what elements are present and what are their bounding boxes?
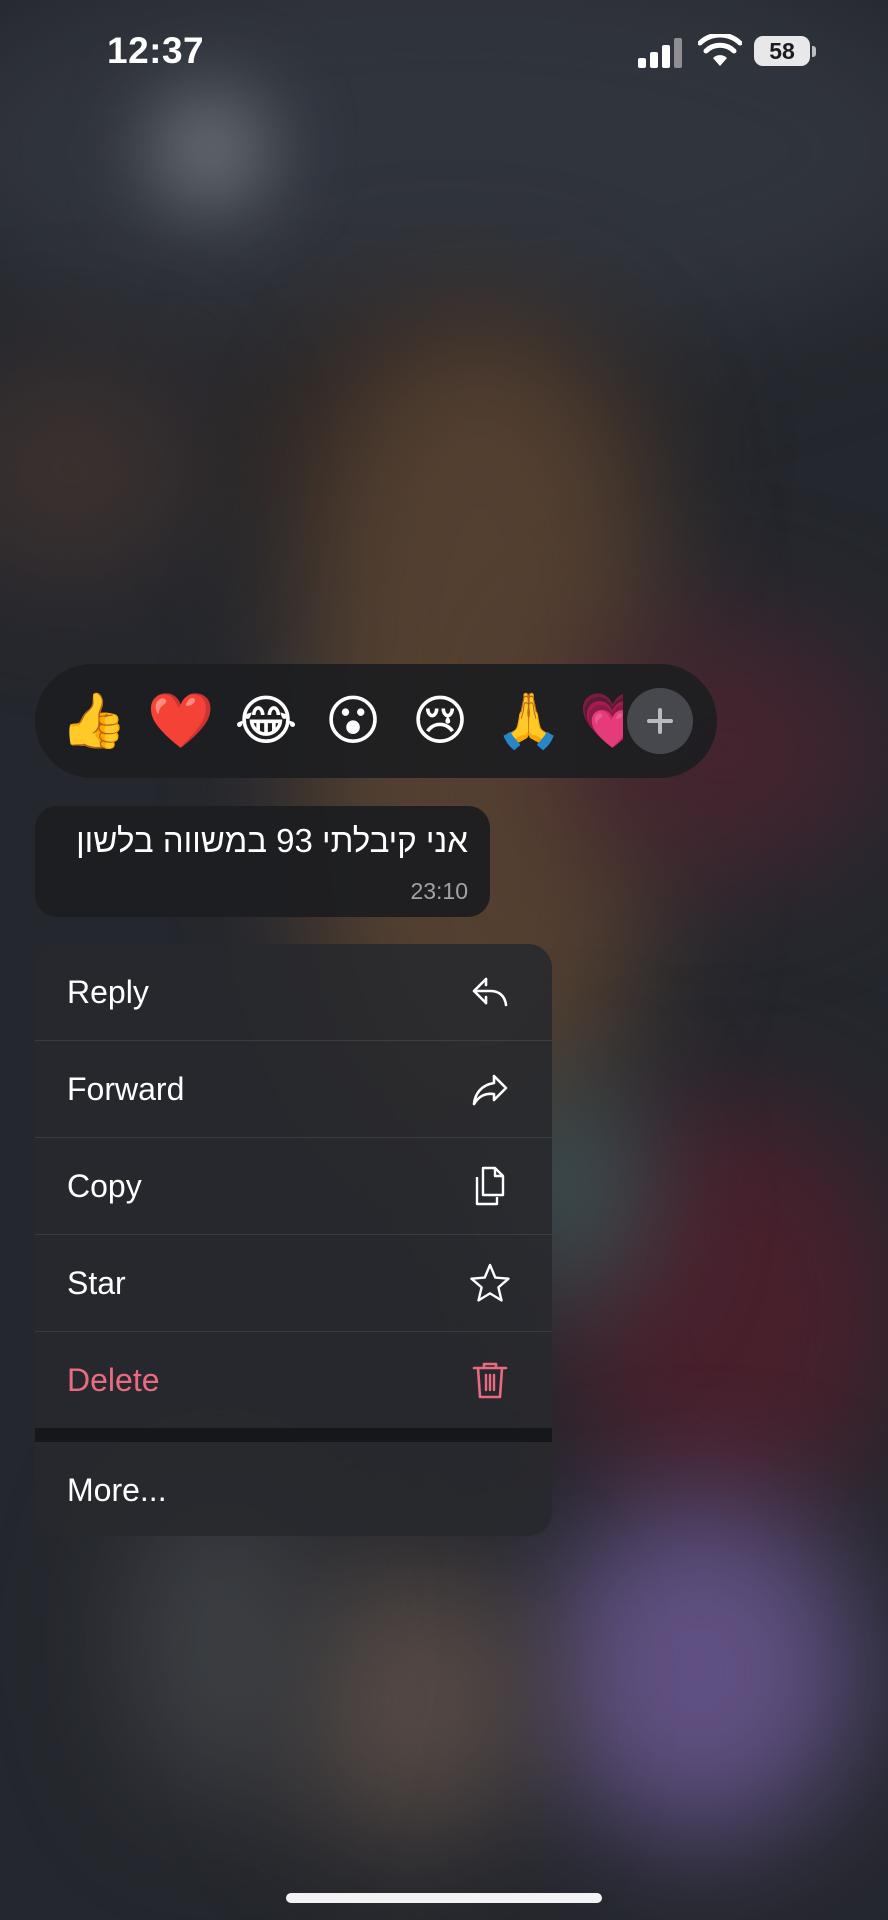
menu-item-more[interactable]: More... <box>35 1442 552 1536</box>
cellular-signal-icon <box>638 38 682 68</box>
reaction-praying[interactable]: 🙏 <box>495 689 562 753</box>
status-bar: 12:37 58 <box>0 0 888 110</box>
more-label: More... <box>67 1472 167 1508</box>
home-indicator[interactable] <box>286 1893 602 1903</box>
menu-item-delete[interactable]: Delete <box>35 1332 552 1429</box>
reaction-bar: 👍 ❤️ 😂 😮 😢 🙏 💗 <box>35 664 717 778</box>
battery-icon: 58 <box>754 36 818 68</box>
reply-icon <box>472 977 508 1007</box>
menu-item-reply[interactable]: Reply <box>35 944 552 1041</box>
reaction-laughing[interactable]: 😂 <box>234 689 298 753</box>
star-icon <box>470 1263 510 1302</box>
forward-icon <box>472 1074 508 1106</box>
wifi-icon <box>698 34 742 66</box>
message-bubble: אני קיבלתי 93 במשווה בלשון 23:10 <box>35 806 490 917</box>
reaction-crying[interactable]: 😢 <box>408 689 472 753</box>
menu-item-forward[interactable]: Forward <box>35 1041 552 1138</box>
reaction-pink-heart[interactable]: 💗 <box>579 689 623 753</box>
menu-divider <box>35 1428 552 1442</box>
menu-item-star[interactable]: Star <box>35 1235 552 1332</box>
reaction-thumbs-up[interactable]: 👍 <box>60 689 127 753</box>
copy-label: Copy <box>67 1168 142 1204</box>
message-timestamp: 23:10 <box>410 878 468 904</box>
forward-label: Forward <box>67 1071 185 1107</box>
battery-percentage: 58 <box>769 38 795 64</box>
delete-label: Delete <box>67 1362 160 1398</box>
message-context-menu: Reply Forward Copy Star Delete More... <box>35 944 552 1536</box>
reaction-heart[interactable]: ❤️ <box>147 689 214 753</box>
status-time: 12:37 <box>107 30 205 71</box>
message-text: אני קיבלתי 93 במשווה בלשון <box>76 822 468 859</box>
add-reaction-button[interactable] <box>627 688 693 754</box>
reaction-surprised[interactable]: 😮 <box>321 689 385 753</box>
menu-item-copy[interactable]: Copy <box>35 1138 552 1235</box>
star-label: Star <box>67 1265 126 1301</box>
copy-icon <box>475 1166 505 1206</box>
trash-icon <box>472 1362 508 1399</box>
reply-label: Reply <box>67 974 149 1010</box>
